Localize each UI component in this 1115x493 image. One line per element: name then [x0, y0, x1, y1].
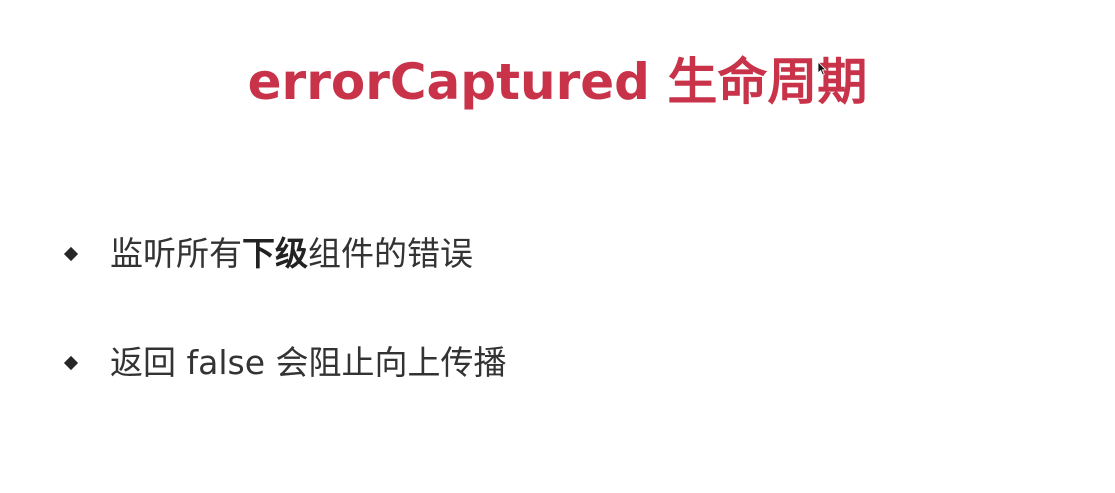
bullet-text-after: 组件的错误 — [308, 234, 473, 273]
bullet-item: 监听所有下级组件的错误 — [62, 230, 473, 278]
mouse-pointer-icon — [817, 61, 827, 76]
slide: errorCaptured 生命周期 监听所有下级组件的错误 返回 false … — [0, 0, 1115, 493]
bullet-text: 返回 false 会阻止向上传播 — [110, 339, 506, 387]
bullet-text-before: 返回 false 会阻止向上传播 — [110, 343, 507, 382]
bullet-text: 监听所有下级组件的错误 — [110, 230, 473, 278]
bullet-text-bold: 下级 — [242, 234, 308, 273]
bullet-text-before: 监听所有 — [110, 234, 242, 273]
diamond-bullet-icon — [63, 246, 79, 262]
bullet-item: 返回 false 会阻止向上传播 — [62, 339, 506, 387]
bullet-list: 监听所有下级组件的错误 返回 false 会阻止向上传播 — [0, 0, 1115, 493]
diamond-bullet-icon — [63, 355, 79, 371]
